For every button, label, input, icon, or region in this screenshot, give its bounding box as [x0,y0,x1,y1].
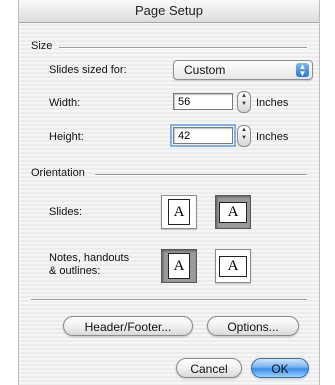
width-stepper[interactable]: ▲ ▼ [237,91,251,113]
height-stepper[interactable]: ▲ ▼ [237,125,251,147]
notes-label-line2: & outlines: [49,265,101,277]
height-unit: Inches [256,131,289,143]
size-group-divider [59,47,307,49]
portrait-page-icon: A [168,253,190,279]
slides-portrait-button[interactable]: A [161,195,197,229]
slides-orientation-label: Slides: [49,206,83,218]
orientation-group-label: Orientation [31,167,85,179]
cancel-button[interactable]: Cancel [176,358,242,378]
buttons-separator [31,299,307,301]
notes-orientation-label: Notes, handouts & outlines: [49,252,129,278]
popup-arrows-icon: ▲ ▼ [296,63,309,78]
page-setup-dialog: Page Setup Size Slides sized for: Custom… [18,0,320,385]
orientation-group-divider [95,174,307,176]
header-footer-button[interactable]: Header/Footer... [63,316,193,336]
notes-label-line1: Notes, handouts [49,252,130,264]
slides-sized-for-popup[interactable]: Custom ▲ ▼ [173,60,313,80]
slides-landscape-button[interactable]: A [215,195,251,229]
notes-portrait-button[interactable]: A [161,249,197,283]
notes-landscape-button[interactable]: A [215,249,251,283]
height-field[interactable] [170,124,236,147]
options-button[interactable]: Options... [207,316,299,336]
size-group-label: Size [31,40,53,52]
ok-button[interactable]: OK [251,358,309,378]
height-label: Height: [49,131,84,143]
slides-sized-for-value: Custom [184,63,226,77]
window-title: Page Setup [19,0,319,23]
width-field[interactable] [173,93,233,110]
slides-sized-for-label: Slides sized for: [49,64,127,76]
portrait-page-icon: A [168,199,190,225]
landscape-page-icon: A [219,201,247,223]
width-label: Width: [49,97,81,109]
width-unit: Inches [256,97,289,109]
landscape-page-icon: A [219,255,247,277]
